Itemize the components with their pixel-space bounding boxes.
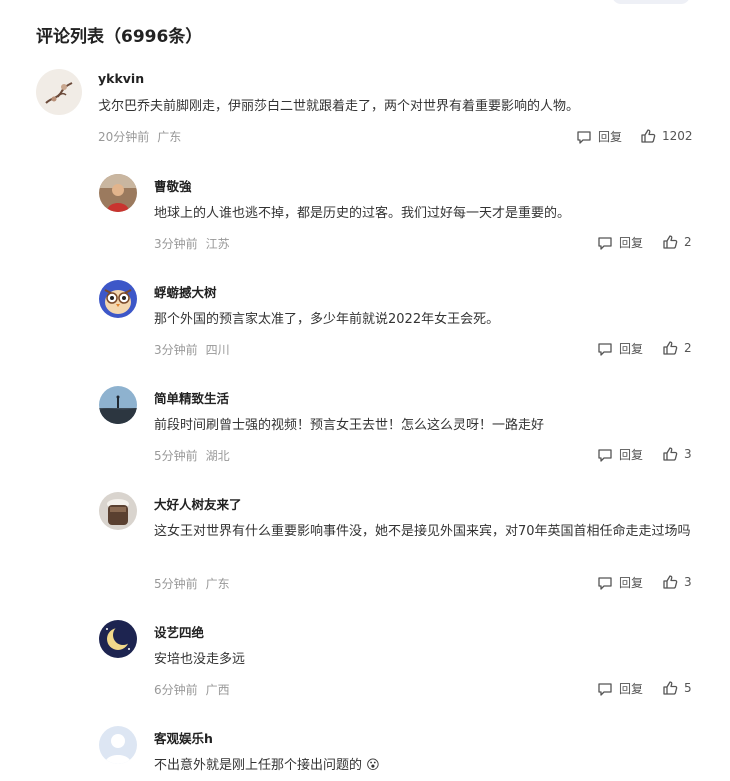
reply-button[interactable]: 回复 bbox=[597, 446, 643, 463]
like-button[interactable]: 5 bbox=[662, 680, 692, 696]
comment-time: 6分钟前 bbox=[154, 683, 198, 697]
top-pill-button[interactable] bbox=[612, 0, 690, 4]
comment-list-title: 评论列表（6996条） bbox=[36, 27, 203, 47]
comment-location: 江苏 bbox=[205, 237, 230, 251]
comment-icon bbox=[576, 129, 598, 145]
like-button[interactable]: 1202 bbox=[640, 128, 693, 144]
comment-location: 广东 bbox=[157, 130, 182, 144]
reply-button[interactable]: 回复 bbox=[597, 340, 643, 357]
comment-text: 这女王对世界有什么重要影响事件没，她不是接见外国来宾，对70年英国首相任命走走过… bbox=[154, 524, 691, 539]
avatar[interactable] bbox=[36, 69, 82, 115]
like-button[interactable]: 3 bbox=[662, 446, 692, 462]
comment-text: 戈尔巴乔夫前脚刚走，伊丽莎白二世就跟着走了，两个对世界有着重要影响的人物。 bbox=[98, 99, 580, 114]
comment-meta: 5分钟前 湖北 bbox=[154, 447, 230, 464]
comment-time: 3分钟前 bbox=[154, 343, 198, 357]
thumbs-up-icon bbox=[662, 446, 684, 462]
username[interactable]: 蜉蝣撼大树 bbox=[154, 282, 217, 301]
thumbs-up-icon bbox=[662, 680, 684, 696]
reply-label: 回复 bbox=[598, 130, 623, 144]
comment-icon bbox=[597, 575, 619, 591]
reply-button[interactable]: 回复 bbox=[597, 574, 643, 591]
comment-icon bbox=[597, 341, 619, 357]
avatar[interactable] bbox=[99, 726, 137, 764]
comment-text: 安培也没走多远 bbox=[154, 652, 246, 667]
thumbs-up-icon bbox=[662, 234, 684, 250]
thumbs-up-icon bbox=[662, 574, 684, 590]
reply-label: 回复 bbox=[619, 236, 644, 250]
like-button[interactable]: 2 bbox=[662, 340, 692, 356]
username[interactable]: 曹敬強 bbox=[154, 176, 192, 195]
reply-label: 回复 bbox=[619, 342, 644, 356]
comment-location: 湖北 bbox=[205, 449, 230, 463]
avatar[interactable] bbox=[99, 386, 137, 424]
comment-text: 前段时间刷曾士强的视频！预言女王去世！怎么这么灵呀！一路走好 bbox=[154, 418, 545, 433]
comment-time: 5分钟前 bbox=[154, 449, 198, 463]
comment-icon bbox=[597, 235, 619, 251]
like-count: 3 bbox=[684, 447, 692, 461]
comment-meta: 5分钟前 广东 bbox=[154, 575, 230, 592]
thumbs-up-icon bbox=[640, 128, 662, 144]
like-button[interactable]: 2 bbox=[662, 234, 692, 250]
like-count: 5 bbox=[684, 681, 692, 695]
comment-location: 四川 bbox=[205, 343, 230, 357]
comment-text-body: 不出意外就是刚上任那个接出问题的 bbox=[154, 758, 363, 773]
comment-time: 3分钟前 bbox=[154, 237, 198, 251]
username[interactable]: 简单精致生活 bbox=[154, 388, 229, 407]
like-count: 2 bbox=[684, 235, 692, 249]
like-count: 3 bbox=[684, 575, 692, 589]
thumbs-up-icon bbox=[662, 340, 684, 356]
comment-meta: 6分钟前 广西 bbox=[154, 681, 230, 698]
comment-text: 那个外国的预言家太准了，多少年前就说2022年女王会死。 bbox=[154, 312, 500, 327]
comment-meta: 20分钟前 广东 bbox=[98, 128, 181, 145]
username[interactable]: 大好人树友来了 bbox=[154, 494, 242, 513]
comment-time: 20分钟前 bbox=[98, 130, 150, 144]
username[interactable]: ykkvin bbox=[98, 71, 144, 86]
surprised-emoji-icon: 😮 bbox=[366, 758, 380, 773]
avatar[interactable] bbox=[99, 620, 137, 658]
reply-label: 回复 bbox=[619, 576, 644, 590]
comment-icon bbox=[597, 447, 619, 463]
avatar[interactable] bbox=[99, 174, 137, 212]
comment-time: 5分钟前 bbox=[154, 577, 198, 591]
comment-meta: 3分钟前 四川 bbox=[154, 341, 230, 358]
like-button[interactable]: 3 bbox=[662, 574, 692, 590]
comment-text: 不出意外就是刚上任那个接出问题的 😮 bbox=[154, 755, 699, 777]
like-count: 1202 bbox=[662, 129, 693, 143]
avatar[interactable] bbox=[99, 492, 137, 530]
reply-button[interactable]: 回复 bbox=[576, 128, 622, 145]
reply-button[interactable]: 回复 bbox=[597, 680, 643, 697]
comment-location: 广东 bbox=[205, 577, 230, 591]
reply-label: 回复 bbox=[619, 682, 644, 696]
reply-button[interactable]: 回复 bbox=[597, 234, 643, 251]
username[interactable]: 设艺四绝 bbox=[154, 622, 204, 641]
like-count: 2 bbox=[684, 341, 692, 355]
comment-icon bbox=[597, 681, 619, 697]
username[interactable]: 客观娱乐h bbox=[154, 728, 213, 747]
comment-location: 广西 bbox=[205, 683, 230, 697]
comment-text: 地球上的人谁也逃不掉，都是历史的过客。我们过好每一天才是重要的。 bbox=[154, 206, 571, 221]
comment-meta: 3分钟前 江苏 bbox=[154, 235, 230, 252]
reply-label: 回复 bbox=[619, 448, 644, 462]
avatar[interactable] bbox=[99, 280, 137, 318]
